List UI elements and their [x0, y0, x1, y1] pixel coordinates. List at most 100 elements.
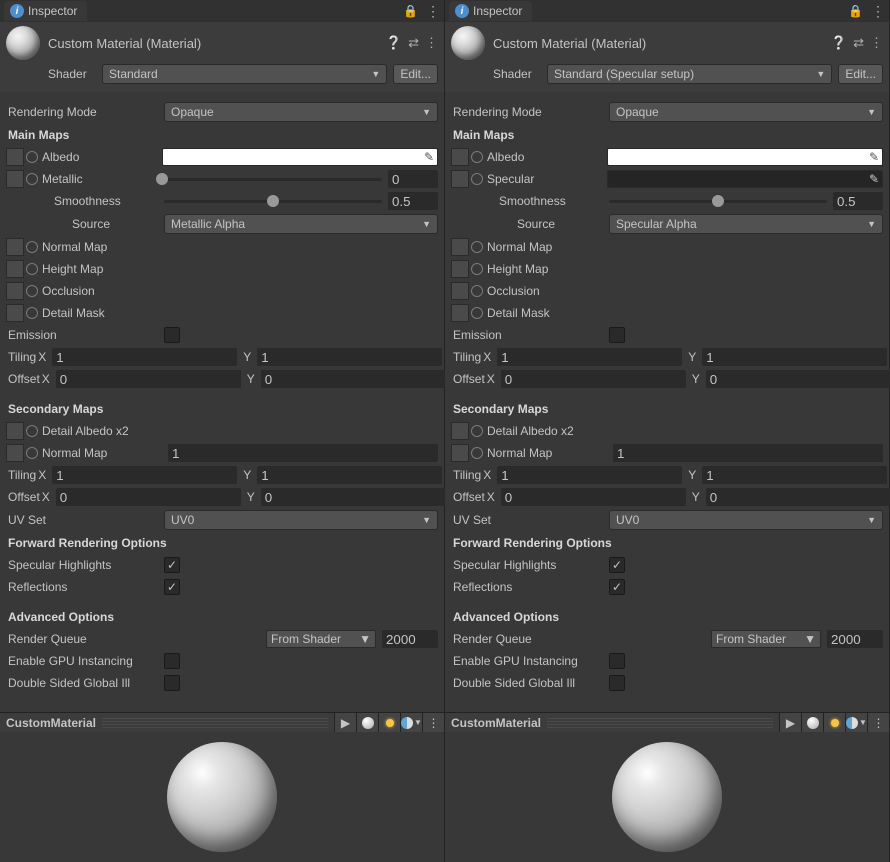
metallic-value[interactable] [388, 170, 438, 188]
occlusion-radio[interactable] [26, 285, 38, 297]
detail-albedo-radio[interactable] [26, 425, 38, 437]
gpu-instancing-checkbox[interactable] [609, 653, 625, 669]
material-preview[interactable] [0, 732, 444, 862]
lock-icon[interactable]: 🔒 [848, 4, 863, 18]
gpu-instancing-checkbox[interactable] [164, 653, 180, 669]
sec-normal-value[interactable] [613, 444, 883, 462]
specular-color-field[interactable]: ✎ [607, 170, 883, 188]
normal-radio[interactable] [471, 241, 483, 253]
kebab-menu-icon[interactable]: ⋮ [871, 3, 885, 20]
preview-play-button[interactable]: ▶ [779, 713, 801, 733]
lock-icon[interactable]: 🔒 [403, 4, 418, 18]
uvset-dropdown[interactable]: UV0▼ [609, 510, 883, 530]
sec-normal-texture-slot[interactable] [451, 444, 469, 462]
uvset-dropdown[interactable]: UV0▼ [164, 510, 438, 530]
reflections-checkbox[interactable] [609, 579, 625, 595]
render-queue-dropdown[interactable]: From Shader▼ [711, 630, 821, 648]
tiling-x-input[interactable] [497, 348, 682, 366]
smoothness-slider[interactable] [164, 192, 382, 210]
preview-menu-button[interactable]: ⋮ [867, 713, 889, 733]
reflections-checkbox[interactable] [164, 579, 180, 595]
sec-offset-x-input[interactable] [56, 488, 241, 506]
offset-x-input[interactable] [501, 370, 686, 388]
occlusion-texture-slot[interactable] [451, 282, 469, 300]
normal-texture-slot[interactable] [451, 238, 469, 256]
workflow-radio[interactable] [471, 173, 483, 185]
normal-texture-slot[interactable] [6, 238, 24, 256]
preview-light-button[interactable] [378, 713, 400, 733]
sec-tiling-y-input[interactable] [257, 466, 442, 484]
render-queue-value[interactable] [382, 630, 438, 648]
sec-normal-texture-slot[interactable] [6, 444, 24, 462]
height-texture-slot[interactable] [451, 260, 469, 278]
workflow-radio[interactable] [26, 173, 38, 185]
sec-offset-y-input[interactable] [261, 488, 446, 506]
edit-shader-button[interactable]: Edit... [838, 64, 883, 84]
preview-light-button[interactable] [823, 713, 845, 733]
tiling-x-input[interactable] [52, 348, 237, 366]
albedo-color-field[interactable]: ✎ [607, 148, 883, 166]
eyedropper-icon[interactable]: ✎ [869, 172, 879, 186]
preview-skybox-button[interactable]: ▼ [400, 713, 422, 733]
tiling-y-input[interactable] [702, 348, 887, 366]
render-queue-value[interactable] [827, 630, 883, 648]
detailmask-texture-slot[interactable] [451, 304, 469, 322]
material-preview[interactable] [445, 732, 889, 862]
smoothness-value[interactable] [833, 192, 883, 210]
kebab-menu-icon[interactable]: ⋮ [426, 3, 440, 20]
eyedropper-icon[interactable]: ✎ [869, 150, 879, 164]
occlusion-texture-slot[interactable] [6, 282, 24, 300]
help-icon[interactable]: ❔ [831, 35, 847, 51]
sec-normal-value[interactable] [168, 444, 438, 462]
sec-normal-radio[interactable] [26, 447, 38, 459]
preset-icon[interactable]: ⇄ [408, 35, 419, 51]
sec-normal-radio[interactable] [471, 447, 483, 459]
preview-play-button[interactable]: ▶ [334, 713, 356, 733]
smoothness-source-dropdown[interactable]: Metallic Alpha▼ [164, 214, 438, 234]
detail-albedo-texture-slot[interactable] [6, 422, 24, 440]
render-queue-dropdown[interactable]: From Shader▼ [266, 630, 376, 648]
offset-y-input[interactable] [706, 370, 890, 388]
kebab-menu-icon[interactable]: ⋮ [870, 35, 883, 51]
metallic-slider[interactable] [162, 170, 382, 188]
shader-dropdown[interactable]: Standard (Specular setup) ▼ [547, 64, 832, 84]
tiling-y-input[interactable] [257, 348, 442, 366]
preview-shape-button[interactable] [801, 713, 823, 733]
albedo-texture-slot[interactable] [6, 148, 24, 166]
double-sided-gi-checkbox[interactable] [609, 675, 625, 691]
occlusion-radio[interactable] [471, 285, 483, 297]
detailmask-radio[interactable] [471, 307, 483, 319]
sec-offset-x-input[interactable] [501, 488, 686, 506]
double-sided-gi-checkbox[interactable] [164, 675, 180, 691]
smoothness-slider[interactable] [609, 192, 827, 210]
height-radio[interactable] [471, 263, 483, 275]
sec-tiling-x-input[interactable] [497, 466, 682, 484]
preview-skybox-button[interactable]: ▼ [845, 713, 867, 733]
detail-albedo-texture-slot[interactable] [451, 422, 469, 440]
albedo-texture-slot[interactable] [451, 148, 469, 166]
emission-checkbox[interactable] [164, 327, 180, 343]
emission-checkbox[interactable] [609, 327, 625, 343]
workflow-texture-slot[interactable] [451, 170, 469, 188]
sec-tiling-y-input[interactable] [702, 466, 887, 484]
shader-dropdown[interactable]: Standard ▼ [102, 64, 387, 84]
rendering-mode-dropdown[interactable]: Opaque▼ [609, 102, 883, 122]
detail-albedo-radio[interactable] [471, 425, 483, 437]
preview-shape-button[interactable] [356, 713, 378, 733]
smoothness-source-dropdown[interactable]: Specular Alpha▼ [609, 214, 883, 234]
specular-highlights-checkbox[interactable] [164, 557, 180, 573]
help-icon[interactable]: ❔ [386, 35, 402, 51]
detailmask-radio[interactable] [26, 307, 38, 319]
drag-handle-icon[interactable] [547, 718, 773, 728]
kebab-menu-icon[interactable]: ⋮ [425, 35, 438, 51]
albedo-radio[interactable] [471, 151, 483, 163]
offset-y-input[interactable] [261, 370, 446, 388]
smoothness-value[interactable] [388, 192, 438, 210]
normal-radio[interactable] [26, 241, 38, 253]
height-radio[interactable] [26, 263, 38, 275]
detailmask-texture-slot[interactable] [6, 304, 24, 322]
offset-x-input[interactable] [56, 370, 241, 388]
preview-menu-button[interactable]: ⋮ [422, 713, 444, 733]
sec-offset-y-input[interactable] [706, 488, 890, 506]
edit-shader-button[interactable]: Edit... [393, 64, 438, 84]
